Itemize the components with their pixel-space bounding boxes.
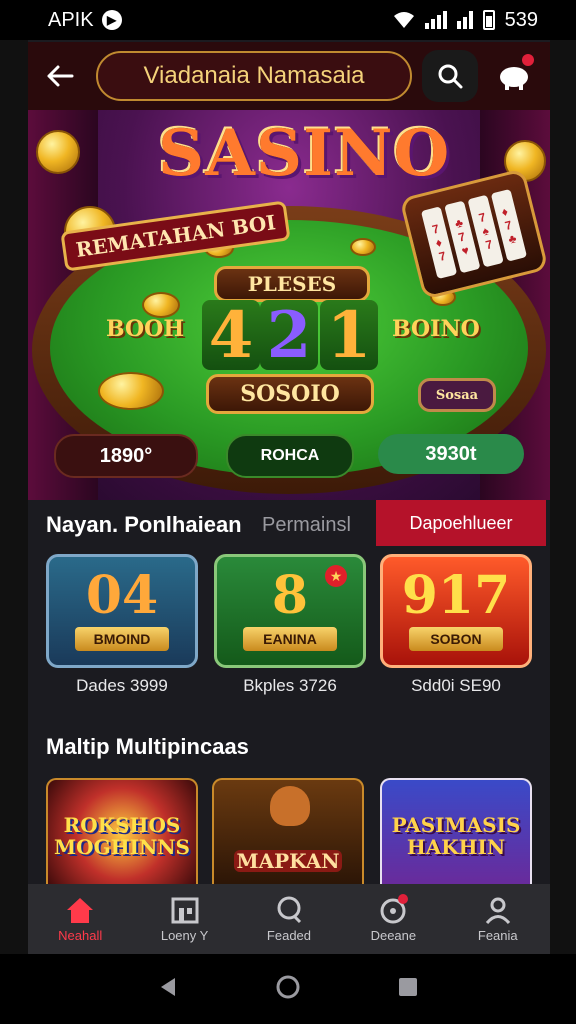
section-title: Nayan. Ponlhaiean xyxy=(46,512,242,537)
game-card-title: PASIMASIS HAKHIN xyxy=(391,813,521,859)
section-tab-label: Dapoehlueer xyxy=(409,512,513,533)
section2-title: Maltip Multipincaas xyxy=(46,734,249,759)
search-icon xyxy=(438,64,463,89)
system-nav-bar xyxy=(0,954,576,1024)
carrier-label: APIK xyxy=(48,8,94,31)
nav-label: Deeane xyxy=(370,927,417,943)
nav-item-chat[interactable]: Feaded xyxy=(241,896,337,943)
left-word: BOOH xyxy=(106,316,185,342)
tile-caption: Sdd0i SE90 xyxy=(411,676,501,695)
nav-label: Feaded xyxy=(266,927,312,943)
hero-banner[interactable]: SASINO REMATAHAN BOI 7 ♦ 7 ♣ 7 ♥ 7 ♠ 7 ♦ 7 ♣ PLESES… xyxy=(28,110,550,500)
status-right: 539 xyxy=(393,9,538,32)
nav-item-games[interactable]: Deeane xyxy=(345,893,441,943)
page-title: Viadanaia Namasaia xyxy=(143,62,365,89)
nav-label: Loeny Y xyxy=(160,927,209,943)
search-button[interactable] xyxy=(422,50,478,102)
game-card-2[interactable]: MAPKAN xyxy=(212,778,364,888)
tile-number: 917 xyxy=(401,565,511,626)
tile-caption: Dades 3999 xyxy=(76,676,168,695)
top-plate-label: PLESES xyxy=(247,272,337,296)
battery-icon xyxy=(482,10,495,30)
recents-square-icon[interactable] xyxy=(397,976,419,1003)
coin-icon xyxy=(98,372,164,410)
slot-digit-2: 2 xyxy=(260,298,318,373)
featured-section: Nayan. Ponlhaiean Permainsl Dapoehlueer … xyxy=(28,500,550,710)
page-title-pill[interactable]: Viadanaia Namasaia xyxy=(96,51,412,101)
coin-icon xyxy=(36,130,80,174)
star-badge-icon: ★ xyxy=(325,565,347,587)
notification-badge xyxy=(522,54,534,66)
section-subtitle[interactable]: Permainsl xyxy=(262,514,351,537)
nav-label: Feania xyxy=(477,927,518,943)
gamepad-icon xyxy=(378,893,409,924)
coin-icon xyxy=(350,238,376,256)
fox-icon xyxy=(270,786,310,826)
status-bar: APIK ▶ 539 xyxy=(0,0,576,40)
app-bar: Viadanaia Namasaia xyxy=(28,42,550,110)
notification-icon: ▶ xyxy=(101,10,122,30)
profile-icon xyxy=(483,896,513,924)
bottom-plate-label: SOSOIO xyxy=(240,381,340,407)
nav-label: Neahall xyxy=(58,927,103,943)
coin-icon xyxy=(142,292,180,318)
nav-item-profile[interactable]: Feania xyxy=(450,896,546,943)
game-tile-1[interactable]: 04 BMOIND xyxy=(46,554,198,668)
section-tab-button[interactable]: Dapoehlueer xyxy=(376,500,546,546)
game-card-1[interactable]: ROKSHOS MOGHINNS xyxy=(46,778,198,888)
tile-number: 04 xyxy=(85,565,159,626)
slot-digit-1: 4 xyxy=(202,298,260,373)
right-word: BOINO xyxy=(392,316,480,342)
tile-tag: EANINA xyxy=(243,627,337,651)
chat-icon xyxy=(274,896,304,924)
stat-right[interactable]: 3930t xyxy=(378,434,524,474)
promo-button[interactable] xyxy=(492,54,536,98)
clock: 539 xyxy=(504,8,538,31)
stat-center-value: ROHCA xyxy=(260,447,320,464)
game-card-title: MAPKAN xyxy=(234,850,342,872)
home-circle-icon[interactable] xyxy=(275,974,301,1005)
home-icon xyxy=(65,896,95,924)
signal-icon xyxy=(424,11,447,29)
tile-tag: BMOIND xyxy=(75,627,169,651)
side-badge: Sosaa xyxy=(418,378,496,412)
casino-logo: SASINO xyxy=(158,116,451,191)
back-arrow-icon xyxy=(47,65,74,87)
bottom-plate: SOSOIO xyxy=(206,374,374,414)
section-header: Nayan. Ponlhaiean Permainsl Dapoehlueer xyxy=(28,500,550,546)
stat-center[interactable]: ROHCA xyxy=(226,434,354,478)
stat-left-value: 1890° xyxy=(99,444,153,467)
game-tile-2[interactable]: 8 EANINA ★ xyxy=(214,554,366,668)
wifi-icon xyxy=(393,12,414,28)
back-button[interactable] xyxy=(42,58,78,94)
stat-right-value: 3930t xyxy=(425,442,477,465)
nav-notification-dot xyxy=(398,893,409,904)
store-icon xyxy=(170,896,200,924)
slot-digit-3: 1 xyxy=(320,298,378,373)
status-left: APIK ▶ xyxy=(48,9,122,32)
nav-item-store[interactable]: Loeny Y xyxy=(137,896,233,943)
back-triangle-icon[interactable] xyxy=(157,976,179,1003)
game-card-3[interactable]: PASIMASIS HAKHIN xyxy=(380,778,532,888)
side-badge-label: Sosaa xyxy=(435,387,479,403)
tile-tag: SOBON xyxy=(409,627,503,651)
nav-item-home[interactable]: Neahall xyxy=(32,896,128,943)
stat-left[interactable]: 1890° xyxy=(54,434,198,478)
signal-icon-2 xyxy=(456,11,473,29)
game-card-title: ROKSHOS MOGHINNS xyxy=(54,813,190,859)
tile-caption: Bkples 3726 xyxy=(243,676,337,695)
game-tile-3[interactable]: 917 SOBON xyxy=(380,554,532,668)
bottom-nav: Neahall Loeny Y Feaded Deeane Feania xyxy=(28,884,550,954)
